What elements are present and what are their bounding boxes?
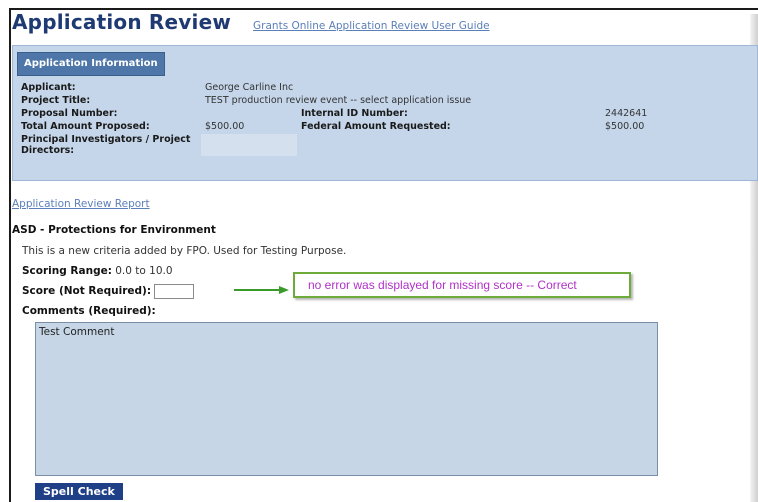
pi-row: Principal Investigators / Project Direct… xyxy=(17,134,755,156)
federal-amount-label: Federal Amount Requested: xyxy=(301,121,451,132)
pi-label: Principal Investigators / Project Direct… xyxy=(21,134,191,156)
application-info-table: Applicant: George Carline Inc Project Ti… xyxy=(17,82,755,156)
applicant-label: Applicant: xyxy=(21,82,76,93)
score-input[interactable] xyxy=(154,283,195,299)
project-title-label: Project Title: xyxy=(21,95,91,106)
project-title-row: Project Title: TEST production review ev… xyxy=(17,95,755,108)
scoring-range: Scoring Range: 0.0 to 10.0 xyxy=(22,265,173,277)
annotation-arrow-icon xyxy=(234,286,289,294)
applicant-row: Applicant: George Carline Inc xyxy=(17,82,755,95)
application-info-panel: Application Information Applicant: Georg… xyxy=(12,45,758,181)
internal-id-label: Internal ID Number: xyxy=(301,108,408,119)
page-title: Application Review xyxy=(12,10,232,34)
scoring-range-label: Scoring Range: xyxy=(22,265,112,277)
total-amount-label: Total Amount Proposed: xyxy=(21,121,150,132)
application-info-tab[interactable]: Application Information xyxy=(17,52,165,76)
application-review-report-link[interactable]: Application Review Report xyxy=(12,198,150,210)
pi-value xyxy=(201,134,297,156)
internal-id-value: 2442641 xyxy=(605,108,648,119)
score-label: Score (Not Required): xyxy=(22,285,152,297)
applicant-value: George Carline Inc xyxy=(205,82,294,93)
proposal-number-label: Proposal Number: xyxy=(21,108,118,119)
scoring-range-value: 0.0 to 10.0 xyxy=(115,265,173,277)
federal-amount-value: $500.00 xyxy=(605,121,645,132)
criterion-title: ASD - Protections for Environment xyxy=(12,224,216,236)
project-title-value: TEST production review event -- select a… xyxy=(205,95,472,106)
total-amount-value: $500.00 xyxy=(205,121,245,132)
criterion-description: This is a new criteria added by FPO. Use… xyxy=(22,245,347,257)
amount-row: Total Amount Proposed: $500.00 Federal A… xyxy=(17,121,755,134)
comments-textarea[interactable]: Test Comment xyxy=(35,322,658,476)
page-header: Application Review Grants Online Applica… xyxy=(12,10,490,40)
user-guide-link[interactable]: Grants Online Application Review User Gu… xyxy=(253,20,490,32)
comments-label: Comments (Required): xyxy=(22,305,156,317)
spell-check-button[interactable]: Spell Check xyxy=(35,483,123,500)
proposal-number-value xyxy=(201,108,297,121)
proposal-number-row: Proposal Number: Internal ID Number: 244… xyxy=(17,108,755,121)
score-row: Score (Not Required): xyxy=(22,281,195,301)
annotation-callout: no error was displayed for missing score… xyxy=(293,272,631,298)
